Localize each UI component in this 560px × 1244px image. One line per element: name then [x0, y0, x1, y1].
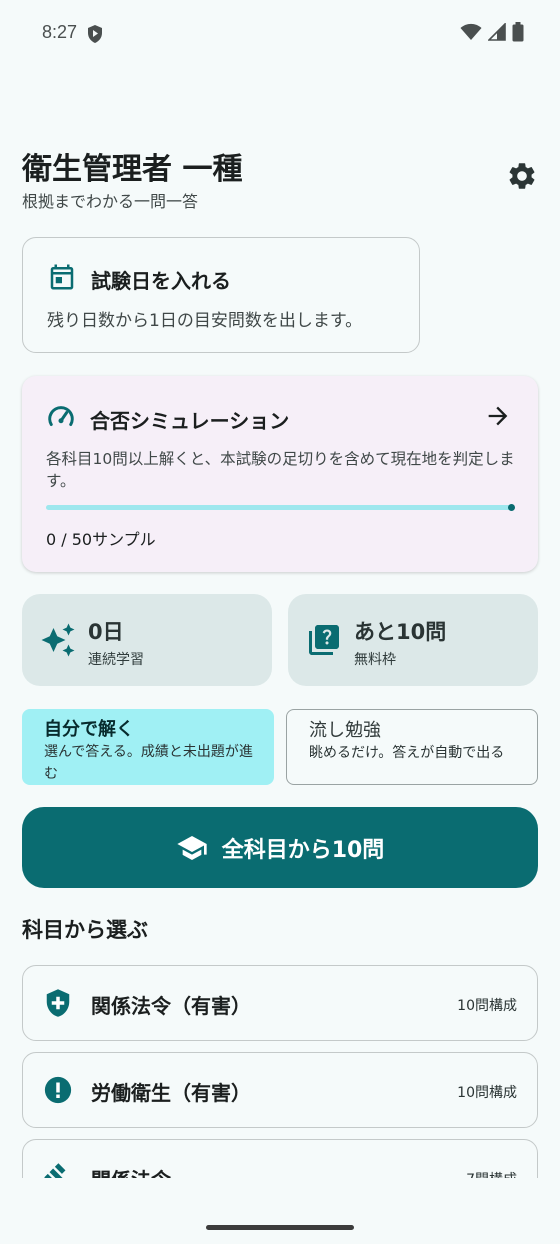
exam-date-description: 残り日数から1日の目安問数を出します。: [47, 311, 363, 331]
calendar-icon: [50, 264, 74, 290]
subject-name: 関係法令: [91, 1164, 171, 1178]
streak-value: 0日: [88, 620, 124, 644]
gavel-icon: [44, 1163, 66, 1178]
simulation-progress-bar: [46, 505, 514, 510]
subject-item[interactable]: 関係法令（有害） 10問構成: [22, 965, 538, 1041]
sparkles-icon: [41, 623, 75, 657]
mode-flow-title: 流し勉強: [309, 720, 381, 741]
start-button-label: 全科目から10問: [221, 837, 385, 863]
graduation-cap-icon: [177, 835, 207, 860]
streak-label: 連続学習: [88, 652, 144, 668]
subject-count: 10問構成: [457, 998, 517, 1014]
streak-tile: 0日 連続学習: [22, 594, 272, 686]
shield-plus-icon: [46, 989, 70, 1017]
wifi-icon: [460, 23, 482, 40]
simulation-title: 合否シミュレーション: [90, 409, 290, 433]
gesture-home-bar[interactable]: [206, 1225, 354, 1230]
remaining-questions-value: あと10問: [354, 620, 447, 644]
mode-self-description: 選んで答える。成績と未出題が進む: [44, 744, 253, 782]
subject-item[interactable]: 関係法令 7問構成: [22, 1139, 538, 1178]
arrow-right-icon[interactable]: [484, 402, 512, 430]
battery-icon: [512, 22, 524, 42]
progress-end-dot: [508, 504, 515, 511]
mode-flow-description: 眺めるだけ。答えが自動で出る: [309, 745, 505, 761]
status-icons: [460, 22, 524, 42]
pass-simulation-card[interactable]: 合否シミュレーション 各科目10問以上解くと、本試験の足切りを含めて現在地を判定…: [22, 376, 538, 572]
signal-icon: [488, 23, 506, 41]
exam-date-card[interactable]: 試験日を入れる 残り日数から1日の目安問数を出します。: [22, 237, 420, 353]
shield-status-icon: [88, 25, 102, 43]
simulation-description: 各科目10問以上解くと、本試験の足切りを含めて現在地を判定します。: [46, 450, 515, 490]
section-title: 科目から選ぶ: [22, 918, 148, 942]
simulation-sample-count: 0 / 50サンプル: [46, 530, 156, 549]
speedometer-icon: [48, 406, 74, 426]
subject-count: 7問構成: [466, 1169, 517, 1178]
subject-name: 労働衛生（有害）: [91, 1081, 251, 1105]
page-subtitle: 根拠までわかる一問一答: [22, 192, 199, 211]
mode-self-solve-button[interactable]: 自分で解く 選んで答える。成績と未出題が進む: [22, 709, 274, 785]
subject-list: 関係法令（有害） 10問構成 労働衛生（有害） 10問構成 関係法令 7問構成: [0, 960, 560, 1178]
page-title: 衛生管理者 一種: [22, 152, 243, 187]
alert-circle-icon: [44, 1076, 72, 1104]
mode-flow-study-button[interactable]: 流し勉強 眺めるだけ。答えが自動で出る: [286, 709, 538, 785]
free-quota-tile: あと10問 無料枠: [288, 594, 538, 686]
subject-name: 関係法令（有害）: [91, 994, 251, 1018]
exam-date-title: 試験日を入れる: [91, 269, 231, 293]
gear-icon[interactable]: [506, 160, 538, 192]
status-time: 8:27: [42, 22, 78, 42]
quiz-icon: [309, 625, 339, 655]
remaining-questions-label: 無料枠: [354, 652, 396, 668]
subject-count: 10問構成: [457, 1085, 517, 1101]
start-all-subjects-button[interactable]: 全科目から10問: [22, 807, 538, 888]
mode-self-title: 自分で解く: [44, 719, 134, 740]
subject-item[interactable]: 労働衛生（有害） 10問構成: [22, 1052, 538, 1128]
